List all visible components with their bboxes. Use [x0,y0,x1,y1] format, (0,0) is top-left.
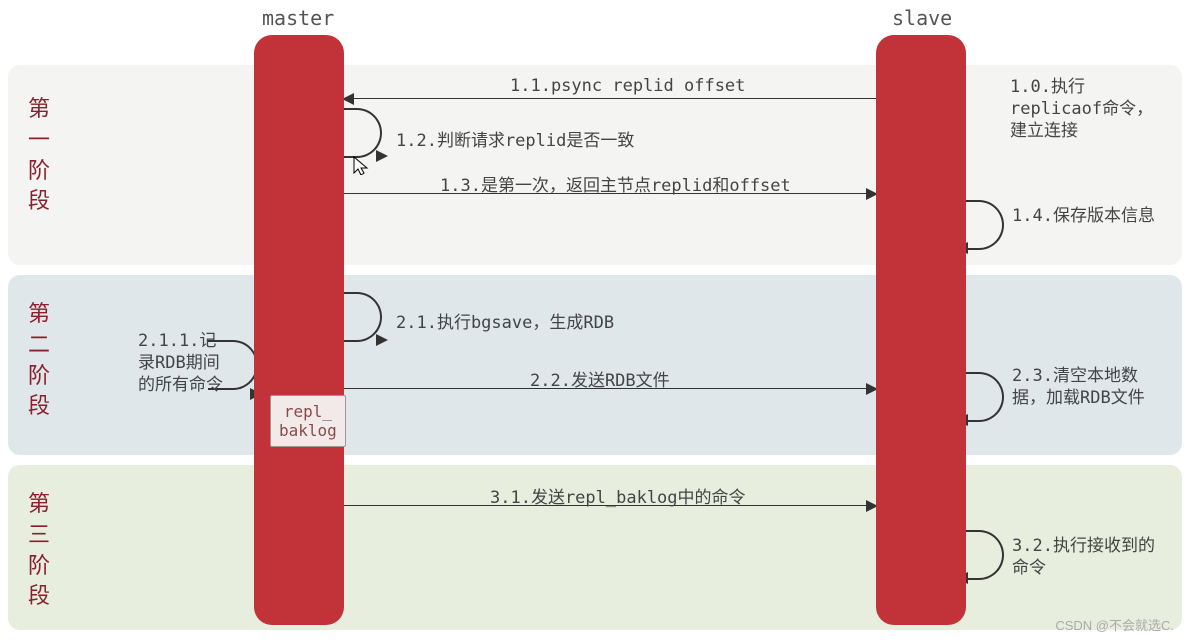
note-2-3: 2.3.清空本地数据，加载RDB文件 [1012,365,1162,409]
label-2-2: 2.2.发送RDB文件 [530,366,670,391]
header-slave: slave [892,6,952,30]
phase-1-label: 第 一 阶 段 [26,95,52,218]
label-1-3: 1.3.是第一次，返回主节点replid和offset [440,171,791,196]
master-lifeline [254,35,344,625]
cursor-icon [352,155,370,180]
label-3-1: 3.1.发送repl_baklog中的命令 [490,483,746,508]
watermark: CSDN @不会就选C. [1055,615,1174,634]
phase-3-label: 第 三 阶 段 [26,490,52,613]
repl-baklog-box: repl_ baklog [270,395,346,447]
label-1-1: 1.1.psync replid offset [510,76,745,96]
note-2-1-1: 2.1.1.记录RDB期间的所有命令 [138,330,228,396]
phase-2-label: 第 二 阶 段 [26,300,52,423]
label-2-1: 2.1.执行bgsave，生成RDB [396,308,614,333]
slave-lifeline [876,35,966,625]
note-1-4: 1.4.保存版本信息 [1012,205,1155,227]
label-1-2: 1.2.判断请求replid是否一致 [396,126,634,151]
header-master: master [262,6,334,30]
note-1-0: 1.0.执行replicaof命令，建立连接 [1010,76,1160,142]
arrow-1-1 [344,98,876,99]
note-3-2: 3.2.执行接收到的命令 [1012,535,1162,579]
